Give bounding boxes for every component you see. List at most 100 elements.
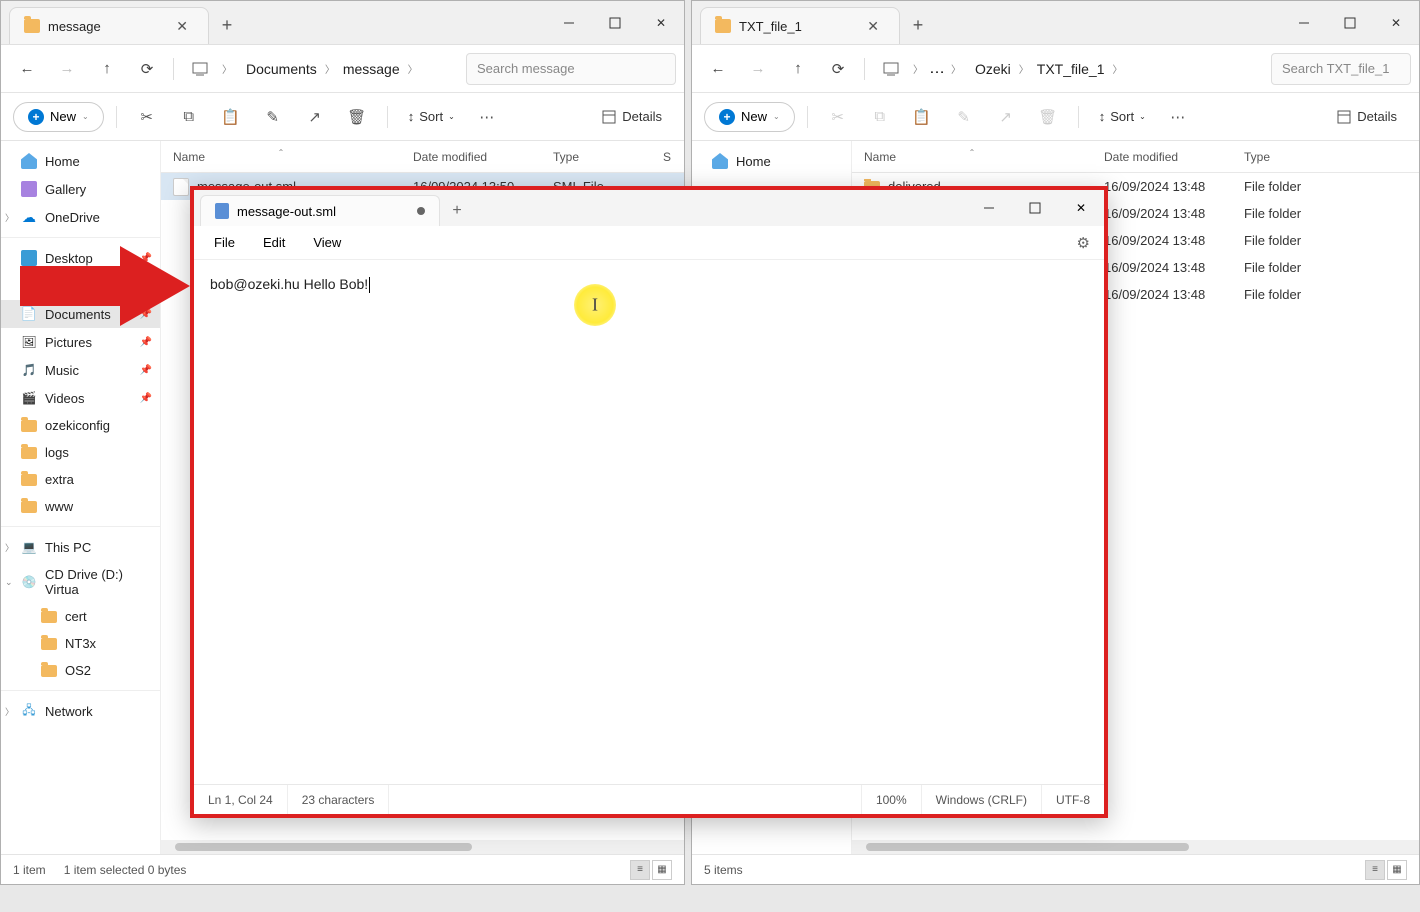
cut-button[interactable]: ✂ xyxy=(820,99,856,135)
sidebar-item-onedrive[interactable]: 〉OneDrive xyxy=(1,203,160,231)
close-button[interactable]: ✕ xyxy=(1058,190,1104,226)
back-button[interactable]: ← xyxy=(700,51,736,87)
forward-button[interactable]: → xyxy=(740,51,776,87)
maximize-button[interactable] xyxy=(1012,190,1058,226)
window-tab[interactable]: TXT_file_1 ✕ xyxy=(700,7,900,44)
maximize-button[interactable] xyxy=(592,1,638,44)
sidebar-item-www[interactable]: www xyxy=(1,493,160,520)
view-toggle[interactable]: ≡▦ xyxy=(1365,860,1407,880)
sidebar-item-home[interactable]: Home xyxy=(1,147,160,175)
forward-button[interactable]: → xyxy=(49,51,85,87)
window-tab[interactable]: message ✕ xyxy=(9,7,209,44)
menu-view[interactable]: View xyxy=(301,229,353,256)
chevron-right-icon[interactable]: 〉 xyxy=(913,61,923,76)
back-button[interactable]: ← xyxy=(9,51,45,87)
details-button[interactable]: Details xyxy=(592,103,672,130)
sidebar-item-gallery[interactable]: Gallery xyxy=(1,175,160,203)
maximize-button[interactable] xyxy=(1327,1,1373,44)
sidebar-item-videos[interactable]: Videos📌 xyxy=(1,384,160,412)
col-type[interactable]: Type xyxy=(541,150,651,164)
horizontal-scrollbar[interactable] xyxy=(161,840,684,854)
sidebar-item-logs[interactable]: logs xyxy=(1,439,160,466)
copy-button[interactable]: ⧉ xyxy=(862,99,898,135)
rename-button[interactable]: ✎ xyxy=(255,99,291,135)
close-tab-icon[interactable]: ✕ xyxy=(861,15,885,38)
search-input[interactable]: Search message xyxy=(466,53,676,85)
sidebar-item-home[interactable]: Home xyxy=(692,147,851,175)
share-button[interactable]: ↗ xyxy=(297,99,333,135)
chevron-right-icon[interactable]: 〉 xyxy=(5,211,14,224)
chevron-right-icon[interactable]: 〉 xyxy=(5,541,14,554)
col-name[interactable]: Name⌃ xyxy=(161,150,401,164)
details-button[interactable]: Details xyxy=(1327,103,1407,130)
rename-button[interactable]: ✎ xyxy=(946,99,982,135)
minimize-button[interactable] xyxy=(546,1,592,44)
delete-button[interactable]: 🗑 xyxy=(339,99,375,135)
breadcrumb-item[interactable]: message xyxy=(341,57,402,81)
cut-button[interactable]: ✂ xyxy=(129,99,165,135)
breadcrumb[interactable]: Ozeki 〉 TXT_file_1 〉 xyxy=(965,57,1267,81)
refresh-button[interactable]: ⟳ xyxy=(129,51,165,87)
chevron-right-icon[interactable]: 〉 xyxy=(222,61,232,76)
refresh-button[interactable]: ⟳ xyxy=(820,51,856,87)
col-date[interactable]: Date modified xyxy=(401,150,541,164)
up-button[interactable]: ↑ xyxy=(89,51,125,87)
details-view-icon[interactable]: ≡ xyxy=(1365,860,1385,880)
details-view-icon[interactable]: ≡ xyxy=(630,860,650,880)
col-type[interactable]: Type xyxy=(1232,150,1419,164)
col-date[interactable]: Date modified xyxy=(1092,150,1232,164)
more-button[interactable]: ⋯ xyxy=(1160,99,1196,135)
minimize-button[interactable] xyxy=(966,190,1012,226)
close-tab-icon[interactable]: ✕ xyxy=(170,15,194,38)
col-name[interactable]: Name⌃ xyxy=(852,150,1092,164)
sidebar-item-extra[interactable]: extra xyxy=(1,466,160,493)
cd-icon xyxy=(21,574,37,590)
add-tab-button[interactable]: + xyxy=(209,7,245,44)
sidebar-item-ozekiconfig[interactable]: ozekiconfig xyxy=(1,412,160,439)
add-tab-button[interactable]: + xyxy=(900,7,936,44)
sidebar-item-cert[interactable]: cert xyxy=(1,603,160,630)
settings-button[interactable]: ⚙ xyxy=(1071,228,1096,258)
sidebar-item-os2[interactable]: OS2 xyxy=(1,657,160,684)
delete-button[interactable]: 🗑 xyxy=(1030,99,1066,135)
view-toggle[interactable]: ≡▦ xyxy=(630,860,672,880)
copy-button[interactable]: ⧉ xyxy=(171,99,207,135)
up-button[interactable]: ↑ xyxy=(780,51,816,87)
col-size[interactable]: S xyxy=(651,150,684,164)
sidebar-item-music[interactable]: Music📌 xyxy=(1,356,160,384)
tiles-view-icon[interactable]: ▦ xyxy=(1387,860,1407,880)
close-button[interactable]: ✕ xyxy=(638,1,684,44)
pc-icon[interactable] xyxy=(182,51,218,87)
add-tab-button[interactable]: + xyxy=(440,195,474,226)
breadcrumb-item[interactable]: Ozeki xyxy=(973,57,1013,81)
search-input[interactable]: Search TXT_file_1 xyxy=(1271,53,1411,85)
new-button[interactable]: +New⌄ xyxy=(704,102,795,132)
breadcrumb-item[interactable]: TXT_file_1 xyxy=(1035,57,1107,81)
sidebar-item-pictures[interactable]: Pictures📌 xyxy=(1,328,160,356)
tiles-view-icon[interactable]: ▦ xyxy=(652,860,672,880)
minimize-button[interactable] xyxy=(1281,1,1327,44)
share-button[interactable]: ↗ xyxy=(988,99,1024,135)
sidebar-item-network[interactable]: 〉Network xyxy=(1,697,160,725)
breadcrumb-item[interactable]: Documents xyxy=(244,57,319,81)
more-button[interactable]: ⋯ xyxy=(469,99,505,135)
notepad-tab[interactable]: message-out.sml xyxy=(200,195,440,226)
chevron-down-icon[interactable]: ⌄ xyxy=(5,577,13,588)
menu-file[interactable]: File xyxy=(202,229,247,256)
pc-icon[interactable] xyxy=(873,51,909,87)
sidebar-item-nt3x[interactable]: NT3x xyxy=(1,630,160,657)
new-button[interactable]: +New⌄ xyxy=(13,102,104,132)
sort-button[interactable]: ↕ Sort ⌄ xyxy=(400,103,463,130)
paste-button[interactable]: 📋 xyxy=(904,99,940,135)
sidebar-item-cddrive[interactable]: ⌄CD Drive (D:) Virtua xyxy=(1,561,160,603)
paste-button[interactable]: 📋 xyxy=(213,99,249,135)
menu-edit[interactable]: Edit xyxy=(251,229,297,256)
close-button[interactable]: ✕ xyxy=(1373,1,1419,44)
sort-button[interactable]: ↕ Sort ⌄ xyxy=(1091,103,1154,130)
chevron-right-icon[interactable]: 〉 xyxy=(5,705,14,718)
horizontal-scrollbar[interactable] xyxy=(852,840,1419,854)
notepad-editor[interactable]: bob@ozeki.hu Hello Bob! I xyxy=(194,260,1104,784)
breadcrumb-overflow[interactable]: … xyxy=(927,56,947,82)
breadcrumb[interactable]: Documents 〉 message 〉 xyxy=(236,57,462,81)
sidebar-item-thispc[interactable]: 〉This PC xyxy=(1,533,160,561)
